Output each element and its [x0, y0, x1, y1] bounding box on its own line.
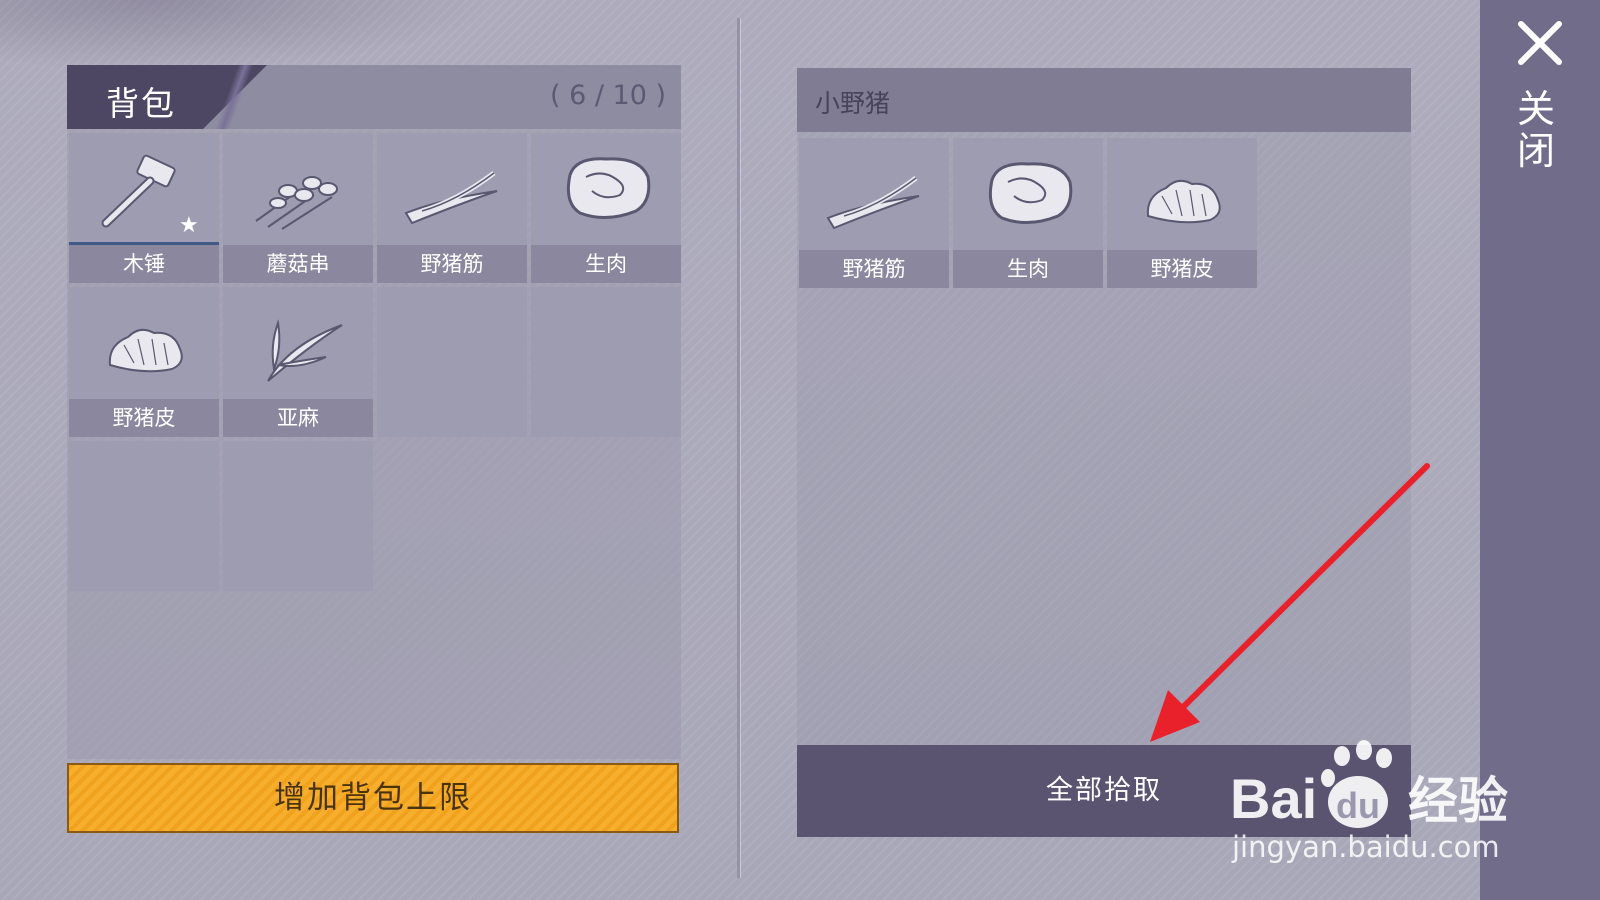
backpack-slot-boar-tendon[interactable]: 野猪筋 [377, 133, 527, 283]
backpack-title: 背包 [106, 84, 176, 123]
close-button-label[interactable]: 关闭 [1517, 88, 1561, 172]
slot-label: 生肉 [531, 245, 681, 283]
boar-tendon-icon [826, 176, 920, 230]
flax-icon [267, 319, 343, 382]
backpack-slot-flax[interactable]: 亚麻 [223, 287, 373, 437]
loot-slot-boar-hide[interactable]: 野猪皮 [1107, 138, 1257, 288]
backpack-slot-mushroom-skewer[interactable]: 蘑菇串 [223, 133, 373, 283]
slot-label: 蘑菇串 [223, 245, 373, 283]
backpack-slot-raw-meat[interactable]: 生肉 [531, 133, 681, 283]
backpack-slot-empty[interactable] [377, 287, 527, 437]
star-icon: ★ [179, 213, 199, 238]
mushroom-skewer-icon [255, 176, 338, 230]
backpack-slot-empty[interactable] [69, 441, 219, 591]
boar-hide-icon [108, 328, 183, 373]
boar-hide-icon [1146, 179, 1221, 224]
close-icon[interactable] [1515, 18, 1565, 68]
watermark-url: jingyan.baidu.com [1232, 830, 1500, 864]
raw-meat-icon [988, 162, 1073, 224]
backpack-capacity: ( 6 / 10 ) [550, 80, 667, 111]
backpack-tab-edge [200, 65, 272, 129]
backpack-slot-boar-hide[interactable]: 野猪皮 [69, 287, 219, 437]
slot-label: 生肉 [953, 250, 1103, 288]
slot-label: 亚麻 [223, 399, 373, 437]
expand-backpack-button[interactable]: 增加背包上限 [67, 763, 679, 833]
backpack-slot-empty[interactable] [223, 441, 373, 591]
background-art [0, 0, 500, 70]
slot-label: 野猪皮 [1107, 250, 1257, 288]
slot-label: 野猪筋 [377, 245, 527, 283]
panel-divider [737, 18, 740, 878]
loot-slot-raw-meat[interactable]: 生肉 [953, 138, 1103, 288]
boar-tendon-icon [404, 171, 498, 225]
slot-label: 木锤 [69, 245, 219, 283]
svg-text:经验: 经验 [1408, 772, 1508, 830]
watermark-brand: Bai [1230, 767, 1317, 830]
slot-label: 野猪筋 [799, 250, 949, 288]
svg-text:du: du [1336, 785, 1380, 826]
loot-title: 小野猪 [815, 89, 891, 118]
backpack-slot-empty[interactable] [531, 287, 681, 437]
backpack-slot-hammer[interactable]: ★ 木锤 [69, 133, 219, 283]
loot-slot-boar-tendon[interactable]: 野猪筋 [799, 138, 949, 288]
raw-meat-icon [566, 157, 651, 219]
slot-label: 野猪皮 [69, 399, 219, 437]
